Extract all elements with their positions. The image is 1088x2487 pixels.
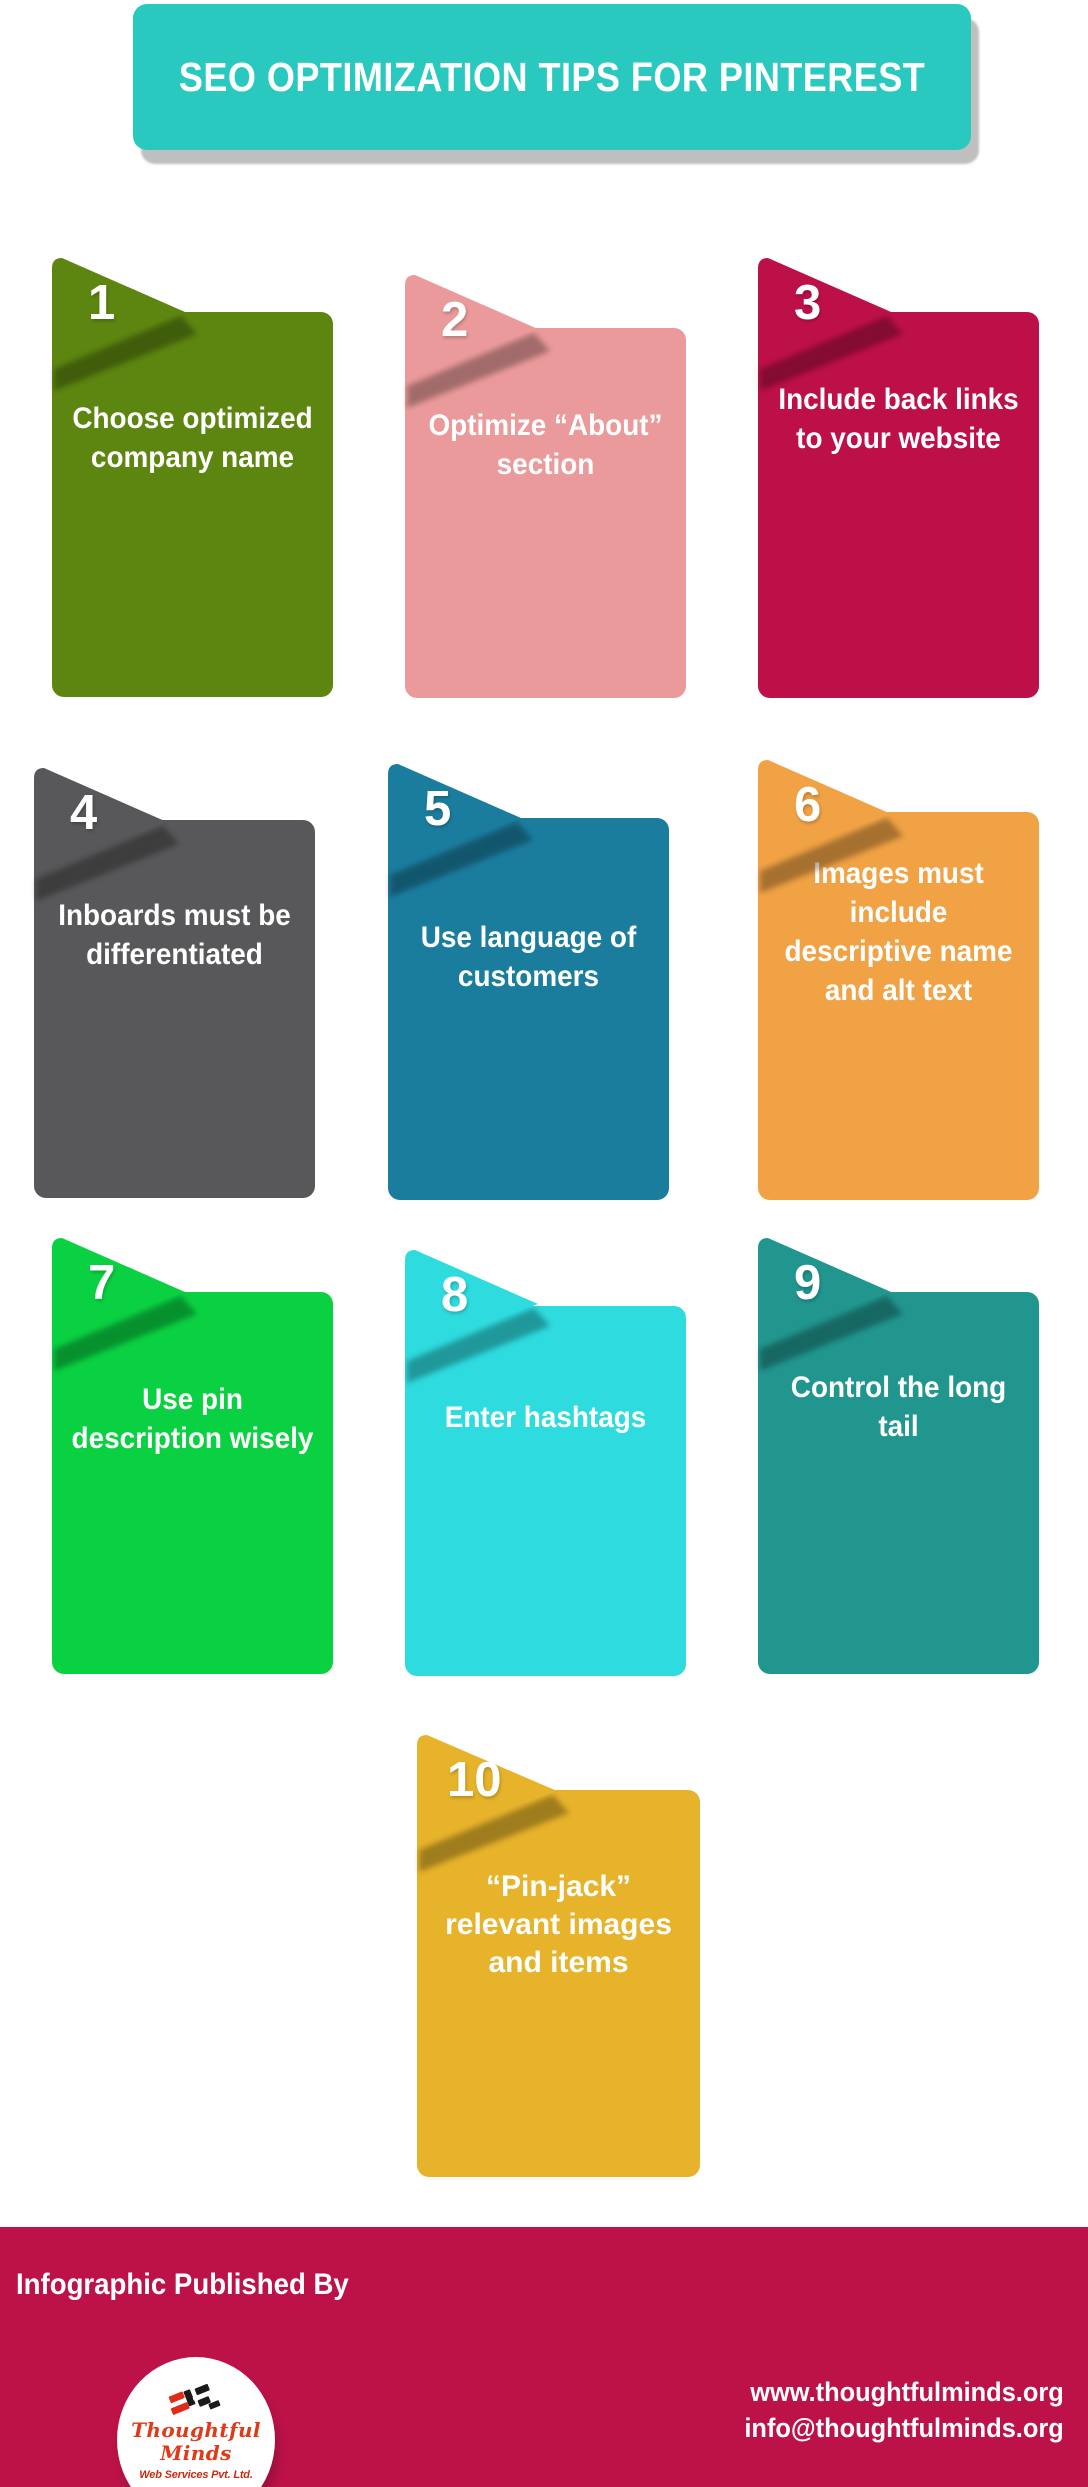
logo-name: Thoughtful Minds xyxy=(117,2419,275,2465)
tip-card-flag: 4 xyxy=(34,768,179,901)
tip-card-number: 6 xyxy=(794,778,822,832)
tip-card-number: 5 xyxy=(424,782,452,836)
tip-card-flag: 7 xyxy=(52,1238,197,1371)
tip-card-flag: 6 xyxy=(758,760,903,893)
publisher-logo: Thoughtful Minds Web Services Pvt. Ltd. xyxy=(117,2357,275,2487)
logo-tagline: Web Services Pvt. Ltd. xyxy=(139,2469,253,2481)
tip-card-text: Choose optimized company name xyxy=(72,402,313,474)
tip-card-flag-triangle xyxy=(34,768,167,871)
tip-card-number: 1 xyxy=(88,276,116,330)
thoughtful-minds-mark-icon xyxy=(168,2383,221,2415)
tip-card-flag: 2 xyxy=(405,275,550,408)
tip-card-number: 9 xyxy=(794,1256,822,1310)
tip-card-text: Control the long tail xyxy=(790,1371,1007,1443)
tip-card-number: 3 xyxy=(794,276,822,330)
tip-card-number: 10 xyxy=(447,1753,502,1807)
tip-card-flag: 5 xyxy=(388,764,533,897)
tip-card-flag: 9 xyxy=(758,1238,903,1371)
tip-card-flag: 10 xyxy=(417,1735,569,1872)
tip-card-flag-triangle xyxy=(388,764,521,867)
footer-heading: Infographic Published By xyxy=(16,2268,349,2301)
tip-card-flag-triangle xyxy=(52,1238,185,1341)
tip-card-text: Inboards must be differentiated xyxy=(58,899,291,971)
tip-card-flag: 1 xyxy=(52,258,197,391)
footer-website[interactable]: www.thoughtfulminds.org xyxy=(745,2374,1064,2410)
footer-email[interactable]: info@thoughtfulminds.org xyxy=(745,2410,1064,2446)
footer-contact: www.thoughtfulminds.org info@thoughtfulm… xyxy=(745,2374,1064,2446)
tip-card-number: 4 xyxy=(70,786,98,840)
tip-card-flag: 3 xyxy=(758,258,903,391)
tip-card-number: 7 xyxy=(88,1256,116,1310)
tip-card-text: Enter hashtags xyxy=(444,1401,647,1434)
tip-card-flag-triangle xyxy=(758,1238,891,1341)
logo-name-line1: Thoughtful xyxy=(131,2418,261,2442)
tip-card-text: Optimize “About” section xyxy=(428,409,663,481)
header-banner: SEO OPTIMIZATION TIPS FOR PINTEREST xyxy=(133,4,979,164)
infographic-page: SEO OPTIMIZATION TIPS FOR PINTEREST Choo… xyxy=(0,0,1088,2487)
tip-card-flag: 8 xyxy=(405,1250,550,1383)
tip-card-flag-triangle xyxy=(758,760,891,863)
tip-card-text: “Pin-jack” relevant images and items xyxy=(445,1870,672,1979)
logo-name-line2: Minds xyxy=(160,2441,232,2465)
header-band: SEO OPTIMIZATION TIPS FOR PINTEREST xyxy=(133,4,971,150)
tip-card-text: Use pin description wisely xyxy=(71,1383,314,1455)
footer: Infographic Published By Thoughtful Mind… xyxy=(0,2227,1088,2487)
tip-card-number: 2 xyxy=(441,293,469,347)
tip-card-flag-triangle xyxy=(405,275,538,378)
tip-card-flag-triangle xyxy=(758,258,891,361)
page-title: SEO OPTIMIZATION TIPS FOR PINTEREST xyxy=(178,53,926,100)
tip-card-number: 8 xyxy=(441,1268,469,1322)
tip-card-flag-triangle xyxy=(52,258,185,361)
tip-card-flag-triangle xyxy=(405,1250,538,1353)
tip-card-text: Use language of customers xyxy=(420,921,637,993)
